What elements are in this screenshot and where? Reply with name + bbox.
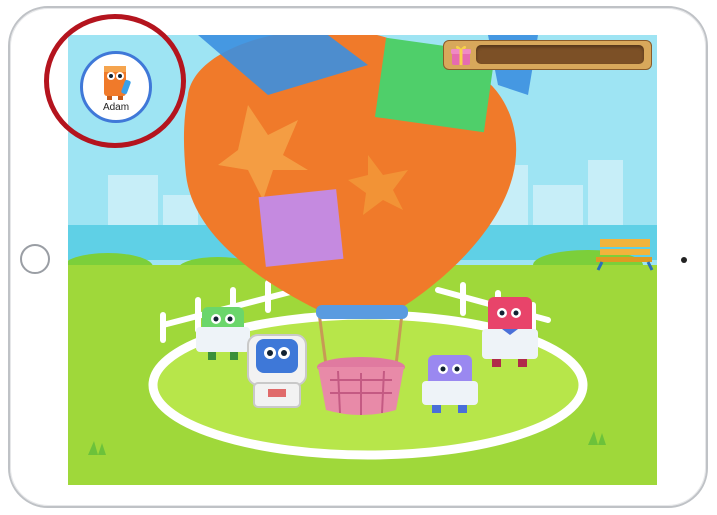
game-screen[interactable] (68, 35, 657, 485)
profile-name: Adam (102, 102, 130, 113)
astronaut-character (247, 334, 307, 408)
reward-progress-bar (443, 40, 652, 70)
profile-avatar-button[interactable]: Adam (80, 51, 152, 123)
gift-box-icon[interactable] (449, 43, 473, 67)
home-button[interactable] (20, 244, 50, 274)
game-scene (68, 35, 657, 485)
purple-character (422, 355, 478, 413)
balloon-basket (317, 357, 405, 415)
reward-progress-track (476, 45, 644, 64)
red-scientist-character (482, 297, 538, 367)
camera-dot (681, 257, 687, 263)
